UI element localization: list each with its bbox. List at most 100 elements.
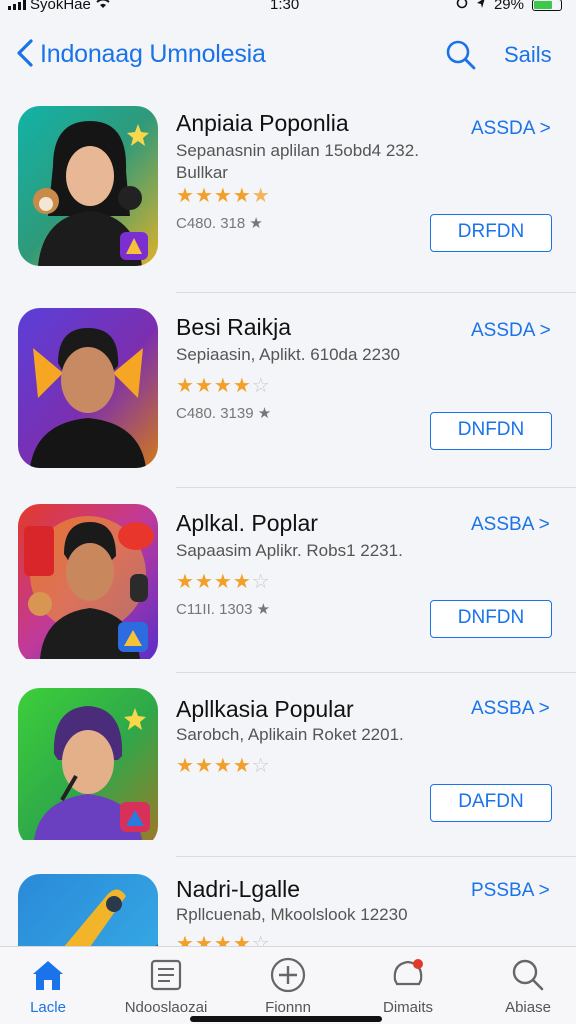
open-button[interactable]: DAFDN (430, 784, 552, 822)
app-name[interactable]: Nadri-Lgalle (176, 876, 300, 903)
star-icon: ★ (176, 375, 194, 397)
star-icon: ★ (176, 571, 194, 593)
battery-icon (532, 0, 562, 11)
app-icon (18, 308, 158, 468)
back-button[interactable] (14, 38, 40, 68)
tab-home[interactable]: Lacle (0, 955, 98, 1016)
app-link[interactable]: PSSBA > (471, 880, 550, 902)
star-icon: ★ (251, 185, 270, 207)
search-icon (478, 955, 576, 995)
clock-label: 1:30 (270, 0, 300, 13)
app-link[interactable]: ASSDA > (471, 118, 551, 140)
star-icon: ★ (176, 755, 194, 777)
app-name[interactable]: Besi Raikja (176, 314, 291, 341)
signal-icon (8, 0, 26, 10)
star-icon: ☆ (251, 933, 270, 946)
star-icon: ★ (232, 933, 251, 946)
app-name[interactable]: Apllkasia Popular (176, 696, 354, 723)
search-icon (446, 40, 476, 70)
tab-label: Fionnn (265, 999, 311, 1016)
star-icon: ★ (213, 755, 232, 777)
tab-label: Lacle (30, 999, 66, 1016)
app-subtitle: Sarobch, Aplikain Roket 2201. (176, 725, 404, 744)
page-title: Indonaag Umnolesia (40, 40, 266, 68)
nav-right-button[interactable]: Sails (504, 42, 552, 68)
tab-news[interactable]: Ndooslaozai (116, 955, 216, 1016)
app-link[interactable]: ASSBA > (471, 698, 550, 720)
divider (176, 292, 576, 293)
app-subtitle: Sepanasnin aplilan 15obd4 232. Bullkar (176, 141, 419, 182)
battery-percent: 29% (493, 0, 524, 13)
star-icon: ★ (213, 571, 232, 593)
star-rating: ★ ★ ★ ★ ☆ (176, 756, 270, 776)
app-link[interactable]: ASSBA > (471, 514, 550, 536)
tab-bar: Lacle Ndooslaozai Fionnn Dimaits Abiase (0, 946, 576, 1024)
app-name[interactable]: Aplkal. Poplar (176, 510, 318, 537)
tab-label: Abiase (505, 999, 551, 1016)
tab-label: Ndooslaozai (124, 999, 208, 1016)
star-rating: ★ ★ ★ ★ ☆ (176, 572, 270, 592)
star-icon: ★ (194, 755, 213, 777)
star-icon: ★ (232, 571, 251, 593)
star-icon: ★ (194, 571, 213, 593)
plus-circle-icon (238, 955, 338, 995)
rating-count: C11II. 1303 ★ (176, 601, 271, 618)
star-icon: ★ (194, 185, 213, 207)
app-icon (18, 688, 158, 848)
chevron-left-icon (17, 39, 33, 67)
list-item[interactable]: Nadri-Lgalle Rpllcuenab, Mkoolslook 1223… (0, 862, 576, 946)
star-icon: ★ (232, 375, 251, 397)
star-icon: ★ (232, 755, 251, 777)
home-icon (0, 955, 98, 995)
star-icon: ★ (194, 933, 213, 946)
notification-icon (358, 955, 458, 995)
app-name[interactable]: Anpiaia Poponlia (176, 110, 349, 137)
star-icon: ★ (213, 375, 232, 397)
star-rating: ★ ★ ★ ★ ☆ (176, 376, 270, 396)
status-bar: SyokHae 1:30 29% (0, 0, 576, 18)
search-button[interactable] (444, 38, 478, 72)
star-rating: ★ ★ ★ ★ ★ (176, 186, 270, 206)
list-item[interactable]: Aplkal. Poplar Sapaasim Aplikr. Robs1 22… (0, 492, 576, 682)
open-button[interactable]: DRFDN (430, 214, 552, 252)
divider (176, 672, 576, 673)
star-icon: ★ (176, 933, 194, 946)
alarm-icon (456, 0, 468, 13)
app-subtitle: Rpllcuenab, Mkoolslook 12230 (176, 905, 408, 924)
star-icon: ★ (213, 933, 232, 946)
divider (176, 856, 576, 857)
divider (176, 487, 576, 488)
app-link[interactable]: ASSDA > (471, 320, 551, 342)
news-icon (116, 955, 216, 995)
star-icon: ☆ (251, 755, 270, 777)
app-icon (18, 504, 158, 664)
status-left: SyokHae (8, 0, 111, 13)
location-icon (476, 0, 486, 13)
app-icon (18, 106, 158, 266)
tab-create[interactable]: Fionnn (238, 955, 338, 1016)
rating-count: C480. 318 ★ (176, 215, 263, 232)
open-button[interactable]: DNFDN (430, 412, 552, 450)
list-item[interactable]: Apllkasia Popular Sarobch, Aplikain Roke… (0, 678, 576, 868)
star-rating: ★ ★ ★ ★ ☆ (176, 934, 270, 946)
star-icon: ★ (176, 185, 194, 207)
star-icon: ☆ (251, 375, 270, 397)
list-item[interactable]: Besi Raikja Sepiaasin, Aplikt. 610da 223… (0, 298, 576, 488)
star-icon: ★ (194, 375, 213, 397)
wifi-icon (95, 0, 111, 13)
open-button[interactable]: DNFDN (430, 600, 552, 638)
app-subtitle: Sepiaasin, Aplikt. 610da 2230 (176, 345, 401, 364)
list-item[interactable]: Anpiaia Poponlia Sepanasnin aplilan 15ob… (0, 104, 576, 294)
star-icon: ★ (213, 185, 232, 207)
carrier-label: SyokHae (30, 0, 91, 13)
status-right: 29% (456, 0, 562, 13)
nav-bar: Indonaag Umnolesia Sails (0, 30, 576, 78)
tab-notifications[interactable]: Dimaits (358, 955, 458, 1016)
star-icon: ★ (232, 185, 251, 207)
tab-search[interactable]: Abiase (478, 955, 576, 1016)
app-subtitle: Sapaasim Aplikr. Robs1 2231. (176, 541, 403, 560)
rating-count: C480. 3139 ★ (176, 405, 272, 422)
star-icon: ☆ (251, 571, 270, 593)
home-indicator[interactable] (190, 1016, 382, 1022)
tab-label: Dimaits (382, 999, 433, 1016)
